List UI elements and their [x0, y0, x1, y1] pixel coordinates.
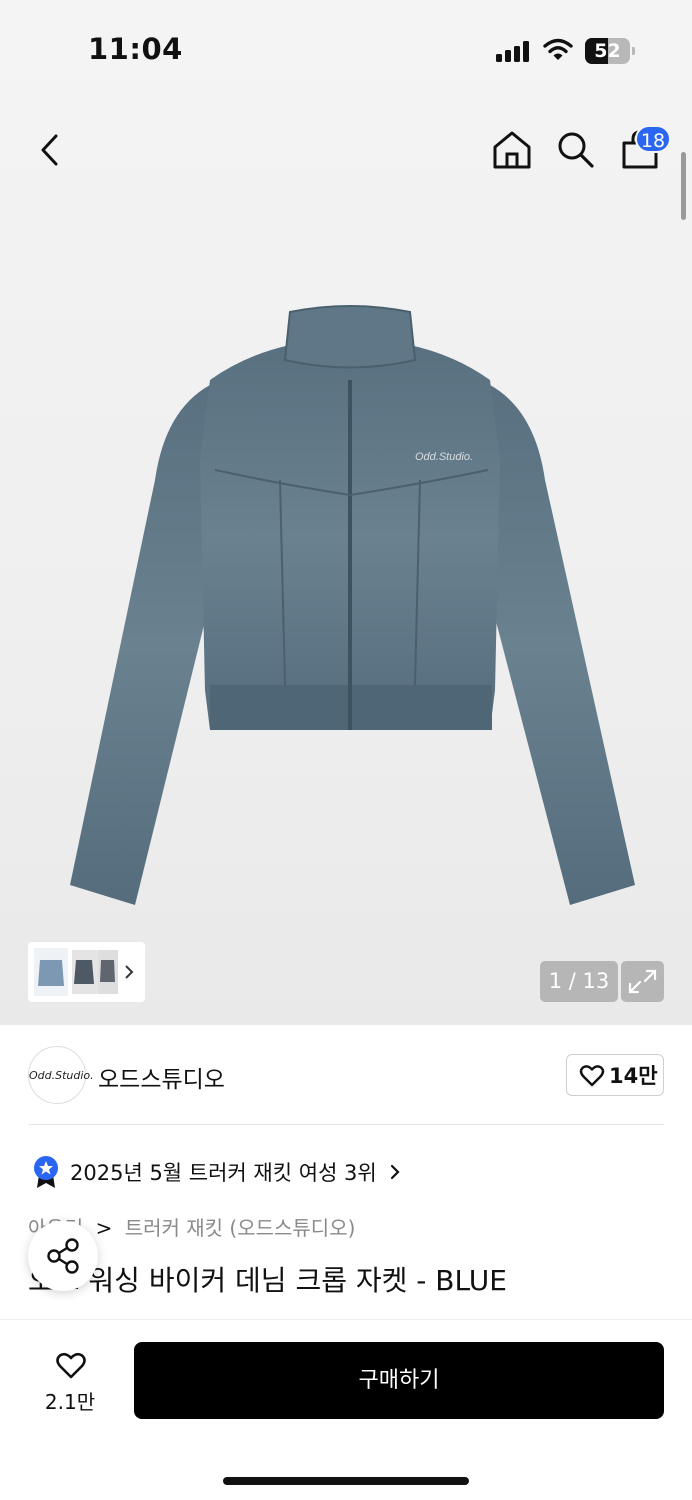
home-icon[interactable]: [490, 128, 534, 172]
rank-badge-icon: [34, 1156, 58, 1188]
image-counter: 1 / 13: [540, 961, 618, 1002]
heart-icon: [579, 1065, 605, 1087]
jacket-logo: Odd.Studio.: [415, 451, 473, 463]
thumbnail-strip[interactable]: [28, 942, 145, 1002]
home-indicator: [223, 1477, 469, 1485]
brand-logo[interactable]: Odd.Studio.: [28, 1046, 94, 1104]
divider: [28, 1124, 664, 1125]
chevron-right-icon: [125, 965, 134, 979]
breadcrumb-separator: >: [95, 1216, 113, 1240]
cellular-signal-icon: [496, 40, 532, 62]
brand-like-button[interactable]: 14만: [566, 1054, 664, 1096]
share-icon: [47, 1238, 79, 1274]
expand-icon[interactable]: [621, 961, 664, 1002]
brand-name[interactable]: 오드스튜디오: [98, 1060, 225, 1094]
status-time: 11:04: [88, 32, 183, 66]
scrollbar[interactable]: [681, 152, 686, 220]
wifi-icon: [543, 38, 573, 60]
cart-count-badge: 18: [635, 125, 671, 153]
ranking-link[interactable]: 2025년 5월 트러커 재킷 여성 3위: [70, 1157, 377, 1187]
share-button[interactable]: [28, 1221, 98, 1291]
buy-button[interactable]: 구매하기: [134, 1342, 664, 1419]
battery-level: 52: [594, 40, 621, 62]
product-title: 오드 워싱 바이커 데님 크롭 자켓 - BLUE: [28, 1264, 507, 1297]
product-image: Odd.Studio.: [70, 305, 635, 905]
breadcrumb-subcategory[interactable]: 트러커 재킷 (오드스튜디오): [125, 1216, 356, 1240]
brand-like-count: 14만: [609, 1064, 658, 1088]
wishlist-count: 2.1만: [44, 1390, 96, 1414]
chevron-right-icon[interactable]: [386, 1160, 404, 1184]
battery-icon: 52: [585, 38, 635, 64]
back-chevron-icon[interactable]: [30, 128, 70, 172]
search-icon[interactable]: [554, 128, 598, 172]
